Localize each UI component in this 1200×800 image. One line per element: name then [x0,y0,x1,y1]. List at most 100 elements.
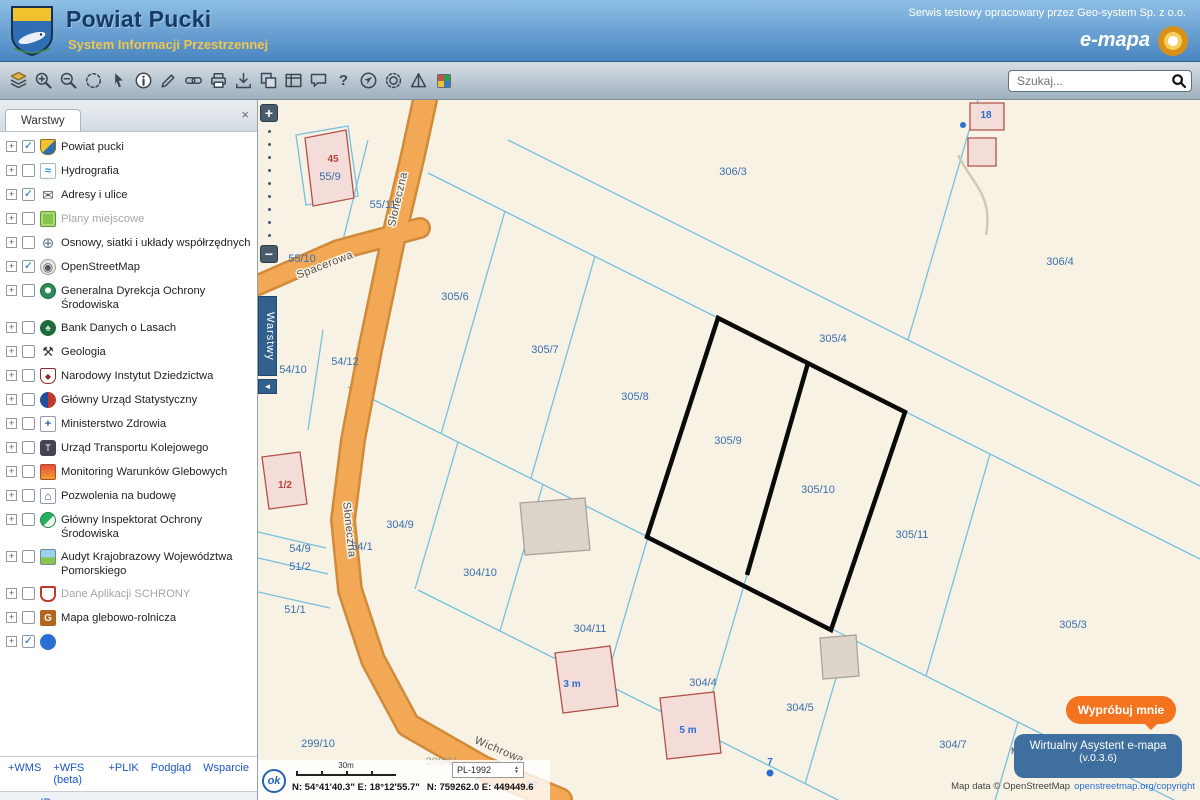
zoom-slider[interactable] [260,122,279,245]
expand-icon[interactable] [6,237,17,248]
ip-link[interactable]: IP [40,797,50,800]
layer-checkbox[interactable] [22,635,35,648]
map-canvas[interactable]: Słoneczna Spacerowa Słoneczna Wichrowa 3… [258,100,1200,800]
prev-arrow[interactable]: « [10,795,17,800]
zoom-in-button[interactable]: + [260,104,278,122]
expand-icon[interactable] [6,322,17,333]
layer-label[interactable]: Monitoring Warunków Glebowych [61,464,227,479]
layer-checkbox[interactable] [22,260,35,273]
layer-item-zdrowie[interactable]: Ministerstwo Zdrowia [0,412,257,436]
layer-checkbox[interactable] [22,489,35,502]
virtual-assistant-button[interactable]: Wirtualny Asystent e-mapa (v.0.3.6) [1014,734,1182,778]
crs-spinner-icon[interactable]: ▲▼ [514,766,519,774]
assistant-cta-button[interactable]: Wypróbuj mnie [1066,696,1176,724]
collapse-panel-arrow[interactable]: ◄ [258,379,277,394]
layers-icon[interactable] [6,68,31,94]
layer-checkbox[interactable] [22,212,35,225]
layer-label[interactable]: Mapa glebowo-rolnicza [61,610,176,625]
expand-icon[interactable] [6,189,17,200]
expand-icon[interactable] [6,346,17,357]
pointer-icon[interactable] [106,68,131,94]
layer-checkbox[interactable] [22,321,35,334]
layer-label[interactable]: Powiat pucki [61,139,124,154]
layer-item-audyt[interactable]: Audyt Krajobrazowy Województwa Pomorskie… [0,545,257,582]
layer-item-osnowy[interactable]: Osnowy, siatki i układy współrzędnych [0,231,257,255]
layer-checkbox[interactable] [22,369,35,382]
layers-side-tab[interactable]: Warstwy [258,296,277,376]
layer-label[interactable]: Audyt Krajobrazowy Województwa Pomorskie… [61,549,253,578]
layer-label[interactable]: Geologia [61,344,106,359]
help-icon[interactable]: ? [331,68,356,94]
zoom-in-icon[interactable] [31,68,56,94]
layer-item-partial[interactable] [0,630,257,654]
measure-icon[interactable] [156,68,181,94]
zoom-out-icon[interactable] [56,68,81,94]
layer-item-adresy[interactable]: Adresy i ulice [0,183,257,207]
locate-icon[interactable] [356,68,381,94]
layer-label[interactable]: Plany miejscowe [61,211,144,226]
data-copyright-link[interactable]: openstreetmap.org/copyright [1074,781,1195,792]
layer-label[interactable]: Pozwolenia na budowę [61,488,176,503]
prism-icon[interactable] [406,68,431,94]
layer-label[interactable]: Hydrografia [61,163,119,178]
search-icon[interactable] [1171,73,1187,89]
expand-icon[interactable] [6,418,17,429]
layer-label[interactable]: Adresy i ulice [61,187,128,202]
select-area-icon[interactable] [81,68,106,94]
link-icon[interactable] [181,68,206,94]
layer-label[interactable]: Główny Urząd Statystyczny [61,392,197,407]
layer-label[interactable]: Bank Danych o Lasach [61,320,176,335]
layer-checkbox[interactable] [22,236,35,249]
tab-warstwy[interactable]: Warstwy [5,109,81,131]
layer-item-nid[interactable]: Narodowy Instytut Dziedzictwa [0,364,257,388]
expand-icon[interactable] [6,636,17,647]
panel-close-icon[interactable]: × [241,108,249,121]
layer-checkbox[interactable] [22,550,35,563]
expand-icon[interactable] [6,394,17,405]
layer-checkbox[interactable] [22,393,35,406]
layer-label[interactable]: OpenStreetMap [61,259,140,274]
layer-label[interactable]: Generalna Dyrekcja Ochrony Środowiska [61,283,253,312]
copy-view-icon[interactable] [256,68,281,94]
crs-select[interactable]: PL-1992 ▲▼ [452,762,524,778]
panel-hide-x[interactable]: x [242,797,248,800]
next-arrow[interactable]: » [25,795,32,800]
layer-checkbox[interactable] [22,587,35,600]
layer-label[interactable]: Osnowy, siatki i układy współrzędnych [61,235,250,250]
layer-item-osm[interactable]: OpenStreetMap [0,255,257,279]
layer-item-schrony[interactable]: Dane Aplikacji SCHRONY [0,582,257,606]
expand-icon[interactable] [6,261,17,272]
layer-label[interactable]: Urząd Transportu Kolejowego [61,440,208,455]
layer-checkbox[interactable] [22,345,35,358]
panels-icon[interactable] [281,68,306,94]
layer-item-budowa[interactable]: Pozwolenia na budowę [0,484,257,508]
layer-label[interactable]: Główny Inspektorat Ochrony Środowiska [61,512,253,541]
layer-checkbox[interactable] [22,513,35,526]
expand-icon[interactable] [6,551,17,562]
expand-icon[interactable] [6,490,17,501]
print-icon[interactable] [206,68,231,94]
layer-item-lasy[interactable]: Bank Danych o Lasach [0,316,257,340]
layer-checkbox[interactable] [22,284,35,297]
add-file-link[interactable]: +PLIK [109,762,139,786]
expand-icon[interactable] [6,612,17,623]
download-icon[interactable] [231,68,256,94]
expand-icon[interactable] [6,588,17,599]
expand-icon[interactable] [6,165,17,176]
expand-icon[interactable] [6,370,17,381]
layer-item-gus[interactable]: Główny Urząd Statystyczny [0,388,257,412]
support-link[interactable]: Wsparcie [203,762,249,786]
layer-item-powiat-pucki[interactable]: Powiat pucki [0,135,257,159]
expand-icon[interactable] [6,466,17,477]
layer-checkbox[interactable] [22,417,35,430]
layer-checkbox[interactable] [22,465,35,478]
expand-icon[interactable] [6,141,17,152]
layer-checkbox[interactable] [22,441,35,454]
legend-icon[interactable] [431,68,456,94]
add-wms-link[interactable]: +WMS [8,762,41,786]
layer-label[interactable]: Ministerstwo Zdrowia [61,416,166,431]
layer-label[interactable]: Dane Aplikacji SCHRONY [61,586,190,601]
layer-checkbox[interactable] [22,164,35,177]
layer-checkbox[interactable] [22,611,35,624]
layer-item-plany[interactable]: Plany miejscowe [0,207,257,231]
